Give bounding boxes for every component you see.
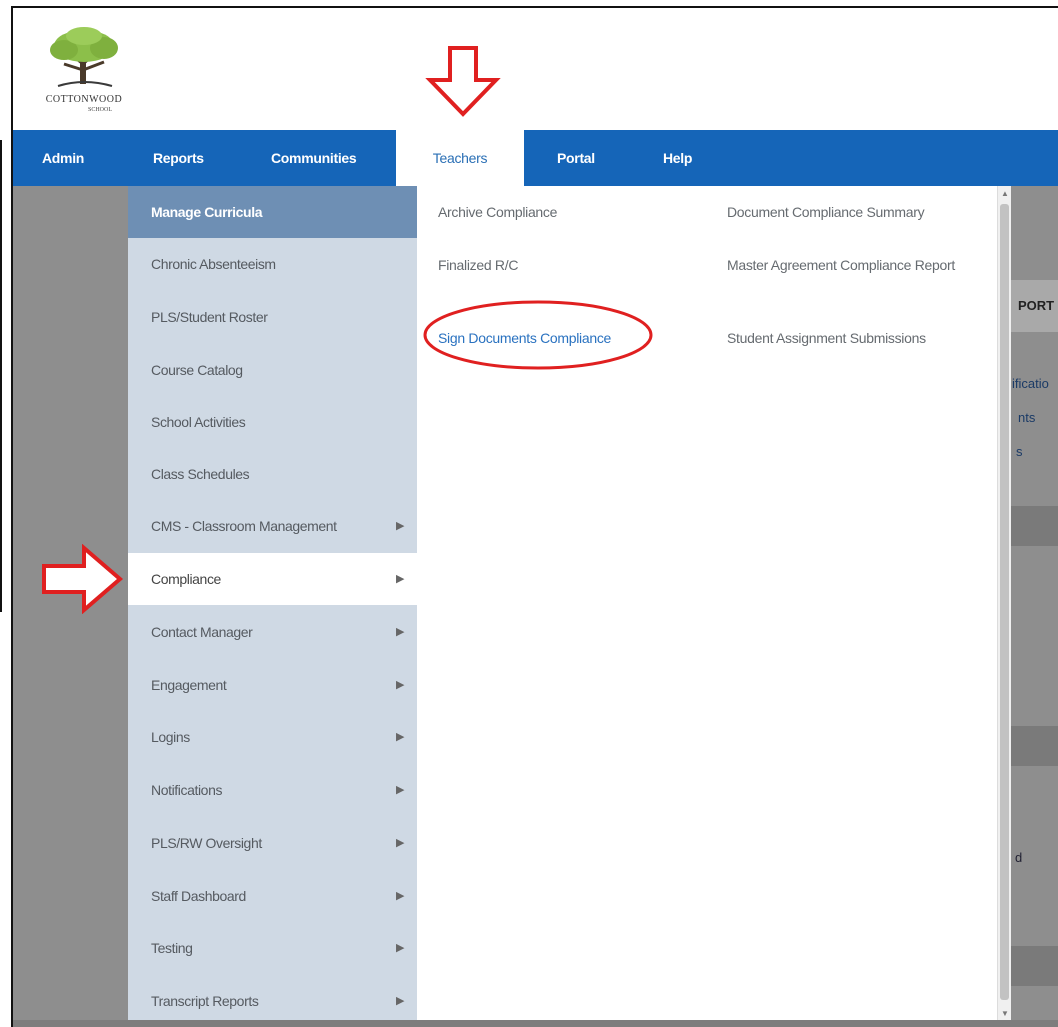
submenu-item-testing[interactable]: Testing ▶ bbox=[128, 922, 417, 974]
submenu-item-course-catalog[interactable]: Course Catalog bbox=[128, 344, 417, 396]
nav-help[interactable]: Help bbox=[663, 130, 692, 186]
page-bottom-band bbox=[13, 1020, 1058, 1027]
link-finalized-rc[interactable]: Finalized R/C bbox=[438, 255, 518, 275]
submenu-item-pls-rw-oversight[interactable]: PLS/RW Oversight ▶ bbox=[128, 817, 417, 869]
link-master-agreement-compliance-report[interactable]: Master Agreement Compliance Report bbox=[727, 255, 957, 275]
nav-communities[interactable]: Communities bbox=[271, 130, 357, 186]
nav-admin[interactable]: Admin bbox=[42, 130, 84, 186]
submenu-item-label: Notifications bbox=[151, 782, 223, 798]
submenu-item-school-activities[interactable]: School Activities bbox=[128, 396, 417, 448]
page-peek-text: nts bbox=[1018, 410, 1036, 425]
nav-reports[interactable]: Reports bbox=[153, 130, 204, 186]
chevron-right-icon: ▶ bbox=[395, 890, 404, 902]
chevron-right-icon: ▶ bbox=[395, 731, 404, 743]
submenu-item-label: Testing bbox=[151, 940, 193, 956]
chevron-right-icon: ▶ bbox=[395, 626, 404, 638]
submenu-item-class-schedules[interactable]: Class Schedules bbox=[128, 448, 417, 500]
submenu-item-label: CMS - Classroom Management bbox=[151, 518, 337, 534]
page-peek-text: s bbox=[1016, 444, 1023, 459]
logo-wordmark: COTTONWOOD bbox=[45, 94, 123, 105]
frame-edge bbox=[0, 140, 2, 612]
page-section-band bbox=[1010, 506, 1058, 546]
chevron-right-icon: ▶ bbox=[395, 520, 404, 532]
teachers-submenu: Manage Curricula Chronic Absenteeism PLS… bbox=[128, 186, 417, 1020]
link-sign-documents-compliance[interactable]: Sign Documents Compliance bbox=[438, 328, 611, 348]
scroll-up-icon[interactable]: ▲ bbox=[1001, 189, 1009, 198]
nav-portal[interactable]: Portal bbox=[557, 130, 595, 186]
tree-logo-icon bbox=[50, 27, 118, 87]
chevron-right-icon: ▶ bbox=[395, 573, 404, 585]
chevron-right-icon: ▶ bbox=[395, 837, 404, 849]
chevron-right-icon: ▶ bbox=[395, 784, 404, 796]
page-peek-text: ificatio bbox=[1012, 376, 1049, 391]
logo-subtitle: SCHOOL bbox=[88, 107, 113, 113]
submenu-item-label: PLS/RW Oversight bbox=[151, 835, 262, 851]
submenu-item-staff-dashboard[interactable]: Staff Dashboard ▶ bbox=[128, 870, 417, 922]
submenu-item-label: Engagement bbox=[151, 677, 227, 693]
submenu-item-engagement[interactable]: Engagement ▶ bbox=[128, 659, 417, 711]
submenu-item-contact-manager[interactable]: Contact Manager ▶ bbox=[128, 606, 417, 658]
page-section-band bbox=[1010, 946, 1058, 986]
submenu-item-label: Logins bbox=[151, 729, 190, 745]
submenu-item-pls-student-roster[interactable]: PLS/Student Roster bbox=[128, 291, 417, 343]
submenu-item-label: Staff Dashboard bbox=[151, 888, 246, 904]
submenu-item-label: School Activities bbox=[151, 414, 246, 430]
submenu-item-manage-curricula[interactable]: Manage Curricula bbox=[128, 186, 417, 238]
menu-scrollbar[interactable]: ▲ ▼ bbox=[997, 186, 1011, 1020]
scroll-down-icon[interactable]: ▼ bbox=[1001, 1009, 1009, 1018]
submenu-item-cms[interactable]: CMS - Classroom Management ▶ bbox=[128, 500, 417, 552]
submenu-item-label: Course Catalog bbox=[151, 362, 243, 378]
page-section-band bbox=[1010, 726, 1058, 766]
submenu-item-label: Contact Manager bbox=[151, 624, 253, 640]
compliance-panel: Archive Compliance Finalized R/C Sign Do… bbox=[417, 186, 997, 1020]
page-peek-text: PORT bbox=[1018, 298, 1055, 313]
submenu-item-label: PLS/Student Roster bbox=[151, 309, 268, 325]
page-peek-text: d bbox=[1015, 850, 1023, 865]
submenu-item-label: Class Schedules bbox=[151, 466, 250, 482]
link-student-assignment-submissions[interactable]: Student Assignment Submissions bbox=[727, 328, 977, 348]
submenu-item-compliance[interactable]: Compliance ▶ bbox=[128, 553, 417, 605]
submenu-item-notifications[interactable]: Notifications ▶ bbox=[128, 764, 417, 816]
submenu-item-label: Chronic Absenteeism bbox=[151, 256, 276, 272]
chevron-right-icon: ▶ bbox=[395, 679, 404, 691]
main-nav: Admin Reports Communities Teachers Porta… bbox=[13, 130, 1058, 188]
chevron-right-icon: ▶ bbox=[395, 942, 404, 954]
link-document-compliance-summary[interactable]: Document Compliance Summary bbox=[727, 202, 967, 222]
scroll-thumb[interactable] bbox=[1000, 204, 1009, 1000]
link-archive-compliance[interactable]: Archive Compliance bbox=[438, 202, 557, 222]
submenu-item-logins[interactable]: Logins ▶ bbox=[128, 711, 417, 763]
submenu-item-chronic-absenteeism[interactable]: Chronic Absenteeism bbox=[128, 238, 417, 290]
nav-teachers[interactable]: Teachers bbox=[396, 130, 524, 188]
submenu-item-label: Transcript Reports bbox=[151, 993, 259, 1009]
submenu-item-label: Compliance bbox=[151, 571, 221, 587]
school-logo[interactable]: COTTONWOOD SCHOOL bbox=[28, 24, 140, 120]
